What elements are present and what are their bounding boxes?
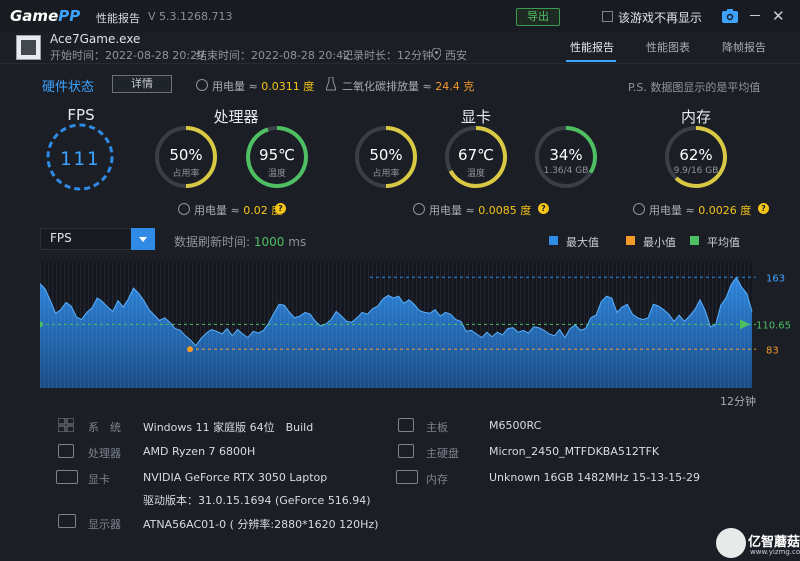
details-button[interactable]: 详情 (112, 75, 172, 93)
gpu-vram-label: 1.36/4 GB (543, 166, 589, 176)
gamepp-logo: GamePP (10, 7, 81, 25)
power-plug-icon (196, 79, 208, 91)
motherboard-icon (398, 418, 414, 432)
cpu-usage-label: 占用率 (172, 169, 200, 179)
screenshot-camera-icon[interactable] (722, 9, 738, 23)
legend-min-swatch (626, 236, 635, 245)
start-time: 开始时间：2022-08-28 20:29 (50, 49, 205, 62)
hardware-status-title: 硬件状态 (42, 80, 95, 95)
watermark-url: www.yizmg.com (750, 548, 800, 556)
cpu-power: 用电量 ≈ 0.02 度 (194, 204, 283, 217)
no-show-label[interactable]: 该游戏不再显示 (618, 9, 702, 26)
no-show-checkbox[interactable] (602, 11, 613, 22)
cpu-temp-value: 95℃ (259, 146, 295, 164)
legend-avg-label: 平均值 (707, 236, 740, 249)
memory-usage-label: 9.9/16 GB (673, 166, 719, 176)
disk-icon (398, 444, 414, 458)
fps-area-chart: 163 110.65 83 (40, 262, 791, 388)
app-name: Ace7Game.exe (50, 32, 141, 46)
spec-os-key: 系 统 (88, 421, 121, 434)
location-pin-icon (432, 48, 441, 60)
legend-avg-swatch (690, 236, 699, 245)
gpu-icon (56, 470, 78, 484)
cpu-usage-value: 50% (169, 146, 203, 164)
gpu-usage-label: 占用率 (372, 169, 400, 179)
watermark-logo (716, 528, 746, 558)
memory-icon (396, 470, 418, 484)
gpu-power: 用电量 ≈ 0.0085 度 (429, 204, 532, 217)
legend-max-swatch (549, 236, 558, 245)
co2-flask-icon (326, 77, 336, 91)
cpu-temp-label: 温度 (267, 169, 286, 179)
min-value-label: 83 (766, 345, 779, 356)
spec-memory-value: Unknown 16GB 1482MHz 15-13-15-29 (489, 471, 701, 484)
minimize-button[interactable] (750, 15, 760, 16)
chevron-down-icon[interactable] (131, 228, 155, 250)
spec-board-key: 主板 (426, 421, 448, 434)
tab-performance-report[interactable]: 性能报告 (570, 39, 614, 55)
time-axis-label: 12分钟 (720, 395, 756, 408)
gpu-help-icon[interactable]: ? (538, 203, 549, 214)
gpu-temp-label: 温度 (466, 169, 485, 179)
cpu-help-icon[interactable]: ? (275, 203, 286, 214)
memory-power: 用电量 ≈ 0.0026 度 (649, 204, 752, 217)
spec-gpu-value: NVIDIA GeForce RTX 3050 Laptop (143, 471, 328, 484)
tab-performance-chart[interactable]: 性能图表 (646, 39, 690, 55)
end-time: 结束时间：2022-08-28 20:42 (196, 49, 351, 62)
legend-max-label: 最大值 (566, 236, 599, 249)
spec-driver-value: 驱动版本：31.0.15.1694 (GeForce 516.94) (143, 494, 371, 507)
memory-help-icon[interactable]: ? (758, 203, 769, 214)
spec-disk-value: Micron_2450_MTFDKBA512TFK (489, 445, 660, 458)
memory-power-icon (633, 203, 645, 215)
spec-display-value: ATNA56AC01-0 ( 分辨率:2880*1620 120Hz) (143, 518, 379, 531)
spec-memory-key: 内存 (426, 473, 448, 486)
refresh-interval: 数据刷新时间: 1000 ms (174, 235, 307, 249)
windows-icon (57, 417, 75, 433)
close-icon[interactable]: ✕ (772, 7, 785, 25)
tab-frame-drop-report[interactable]: 降帧报告 (722, 39, 766, 55)
memory-usage-value: 62% (679, 146, 713, 164)
gpu-power-icon (413, 203, 425, 215)
spec-cpu-key: 处理器 (88, 447, 121, 460)
total-power: 用电量 ≈ 0.0311 度 (212, 80, 315, 93)
min-marker (187, 346, 193, 353)
spec-cpu-value: AMD Ryzen 7 6800H (143, 445, 256, 458)
spec-os-value: Windows 11 家庭版 64位 Build (143, 421, 314, 434)
ps-note: P.S. 数据图显示的是平均值 (628, 81, 761, 94)
window-title: 性能报告 (96, 12, 140, 25)
spec-disk-key: 主硬盘 (426, 447, 459, 460)
gpu-vram-value: 34% (549, 146, 583, 164)
active-tab-indicator (566, 60, 616, 62)
gpu-temp-value: 67℃ (458, 146, 494, 164)
location: 西安 (445, 49, 467, 62)
spec-gpu-key: 显卡 (88, 473, 110, 486)
gpu-usage-value: 50% (369, 146, 403, 164)
monitor-icon (58, 514, 76, 528)
game-app-icon (16, 35, 41, 60)
record-duration: 记录时长：12分钟 (342, 49, 433, 62)
max-value-label: 163 (766, 273, 785, 284)
version-label: V 5.3.1268.713 (148, 10, 233, 23)
divider (0, 63, 800, 64)
metric-select-value[interactable]: FPS (50, 231, 72, 245)
co2-emission: 二氧化碳排放量 ≈ 24.4 克 (342, 80, 475, 93)
spec-board-value: M6500RC (489, 419, 542, 432)
fps-value: 111 (59, 148, 101, 170)
avg-value-label: 110.65 (756, 320, 791, 331)
spec-display-key: 显示器 (88, 518, 121, 531)
cpu-icon (58, 444, 74, 458)
cpu-power-icon (178, 203, 190, 215)
legend-min-label: 最小值 (643, 236, 676, 249)
export-button[interactable]: 导出 (516, 8, 560, 26)
